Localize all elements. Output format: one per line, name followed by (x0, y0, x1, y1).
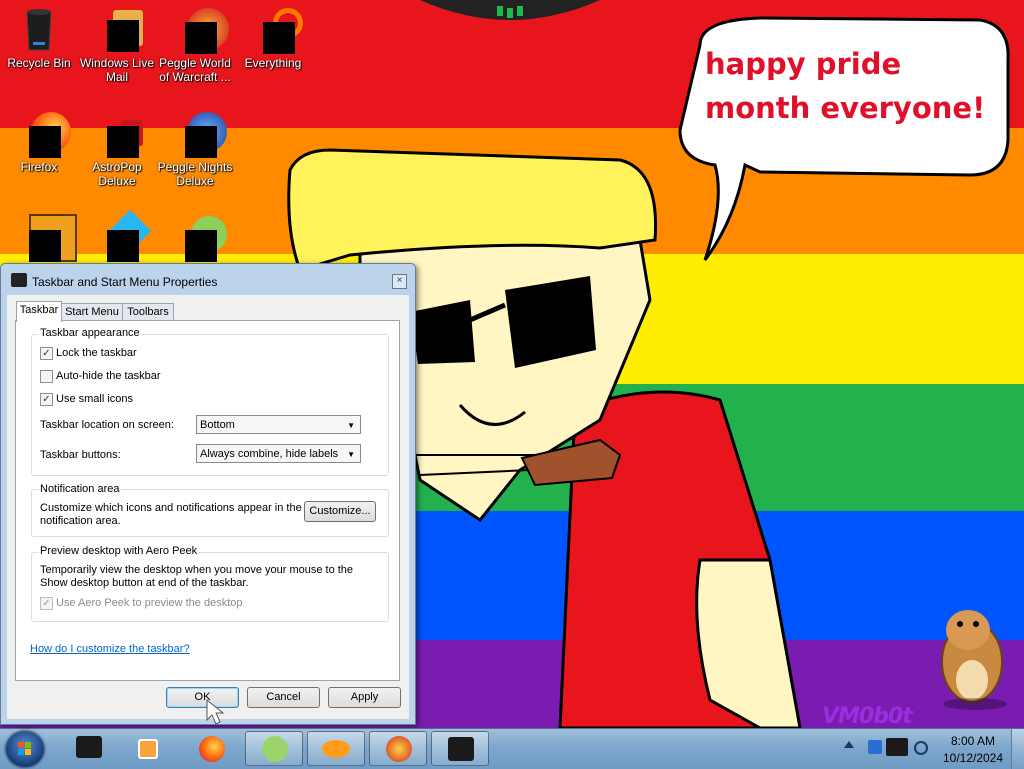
chevron-down-icon: ▼ (347, 450, 355, 459)
taskbar-item-insaniquarium[interactable] (307, 731, 365, 766)
watermark: VM0b0t (822, 704, 913, 728)
help-link[interactable]: How do I customize the taskbar? (30, 643, 190, 655)
desktop-icon-label: Everything (244, 56, 302, 70)
desktop-icon-firefox[interactable]: Firefox (0, 110, 78, 174)
taskbar-item-taskbar-properties[interactable] (431, 731, 489, 766)
taskbar-item-vm-app[interactable] (60, 731, 118, 766)
desktop-icon-label: Peggle World of Warcraft ... (159, 56, 231, 84)
search-icon (249, 6, 303, 54)
monitor-icon (448, 737, 474, 761)
aero-peek-description: Temporarily view the desktop when you mo… (40, 564, 354, 589)
gem-icon (93, 209, 152, 262)
small-icons-label: Use small icons (56, 393, 134, 405)
taskbar-item-media-player[interactable] (120, 731, 178, 766)
clock[interactable]: 8:00 AM 10/12/2024 (930, 733, 1016, 767)
checkbox-box: ✓ (40, 347, 53, 360)
taskbar: 8:00 AM 10/12/2024 (0, 728, 1024, 769)
show-hidden-icons-button[interactable] (844, 741, 854, 751)
monitor-icon (76, 736, 102, 758)
taskbar-item-firefox[interactable] (183, 731, 241, 766)
recycle-bin-icon (15, 6, 63, 54)
desktop-icon-windows-live-mail[interactable]: Windows Live Mail (78, 6, 156, 84)
taskbar-tab-panel: Taskbar appearance ✓ Lock the taskbar Au… (15, 320, 400, 681)
auto-hide-label: Auto-hide the taskbar (56, 370, 161, 382)
desktop-icon-label: AstroPop Deluxe (92, 160, 142, 188)
location-value: Bottom (200, 419, 235, 431)
desktop-icon-recycle-bin[interactable]: Recycle Bin (0, 6, 78, 70)
app-icon (15, 214, 77, 262)
desktop-icon-row3-2[interactable] (78, 209, 156, 264)
peggle-icon (386, 736, 412, 762)
notification-heading: Notification area (39, 483, 121, 495)
tab-taskbar[interactable]: Taskbar (16, 301, 62, 322)
monitor-icon (11, 273, 27, 287)
desktop-icon-label: Peggle Nights Deluxe (157, 160, 233, 188)
show-desktop-button[interactable] (1011, 729, 1024, 769)
cancel-button[interactable]: Cancel (247, 687, 320, 708)
aero-peek-heading: Preview desktop with Aero Peek (39, 545, 199, 557)
astropop-icon (93, 110, 143, 158)
start-button[interactable] (6, 731, 44, 767)
mouse-cursor-icon (206, 698, 225, 725)
hamster-sticker (941, 610, 1007, 710)
tab-toolbars[interactable]: Toolbars (122, 303, 174, 321)
dialog-title: Taskbar and Start Menu Properties (32, 275, 218, 289)
taskbar-item-plants-vs-zombies[interactable] (245, 731, 303, 766)
clock-time: 8:00 AM (950, 734, 996, 748)
peggle-icon (171, 6, 229, 54)
fish-icon (322, 740, 350, 758)
mail-icon (93, 6, 143, 54)
dialog-titlebar[interactable]: Taskbar and Start Menu Properties × (1, 264, 415, 294)
volume-icon[interactable] (914, 741, 928, 755)
desktop-icon-astropop[interactable]: AstroPop Deluxe (78, 110, 156, 188)
desktop-icon-row3-1[interactable] (0, 214, 78, 264)
lock-taskbar-label: Lock the taskbar (56, 347, 137, 359)
checkbox-box: ✓ (40, 597, 53, 610)
desktop-icon-label: Windows Live Mail (79, 56, 155, 84)
checkbox-box: ✓ (40, 393, 53, 406)
desktop-icon-peggle-wow[interactable]: Peggle World of Warcraft ... (156, 6, 234, 84)
close-button[interactable]: × (392, 274, 407, 289)
media-player-icon (138, 739, 158, 759)
location-label: Taskbar location on screen: (40, 419, 174, 431)
customize-button[interactable]: Customize... (304, 501, 376, 522)
taskbar-properties-dialog: Taskbar and Start Menu Properties × Task… (0, 263, 416, 725)
peggle-nights-icon (171, 110, 227, 158)
notification-description: Customize which icons and notifications … (40, 502, 302, 527)
plant-icon (262, 736, 288, 762)
appearance-heading: Taskbar appearance (39, 327, 141, 339)
aero-peek-label: Use Aero Peek to preview the desktop (56, 597, 243, 609)
speech-bubble-text: happy pride month everyone! (705, 47, 986, 125)
plant-icon (171, 214, 227, 262)
network-icon[interactable] (886, 738, 908, 756)
apply-button[interactable]: Apply (328, 687, 401, 708)
buttons-value: Always combine, hide labels (200, 448, 339, 460)
action-center-icon[interactable] (868, 740, 882, 754)
chevron-down-icon: ▼ (347, 421, 355, 430)
firefox-icon (199, 736, 225, 762)
desktop-icon-row3-3[interactable] (156, 214, 234, 264)
location-select[interactable]: Bottom ▼ (196, 415, 361, 434)
checkbox-box (40, 370, 53, 383)
taskbar-item-peggle[interactable] (369, 731, 427, 766)
clock-date: 10/12/2024 (942, 751, 1004, 765)
firefox-icon (15, 110, 71, 158)
tab-start-menu[interactable]: Start Menu (61, 303, 123, 321)
chevron-up-icon (844, 741, 854, 748)
buttons-select[interactable]: Always combine, hide labels ▼ (196, 444, 361, 463)
desktop-icon-label: Firefox (20, 160, 58, 174)
buttons-label: Taskbar buttons: (40, 449, 121, 461)
desktop-icon-peggle-nights[interactable]: Peggle Nights Deluxe (156, 110, 234, 188)
windows-logo-icon (18, 742, 31, 755)
dialog-body: Taskbar Start Menu Toolbars Taskbar appe… (7, 295, 409, 719)
desktop-icon-label: Recycle Bin (7, 56, 71, 70)
desktop-icon-everything[interactable]: Everything (234, 6, 312, 70)
